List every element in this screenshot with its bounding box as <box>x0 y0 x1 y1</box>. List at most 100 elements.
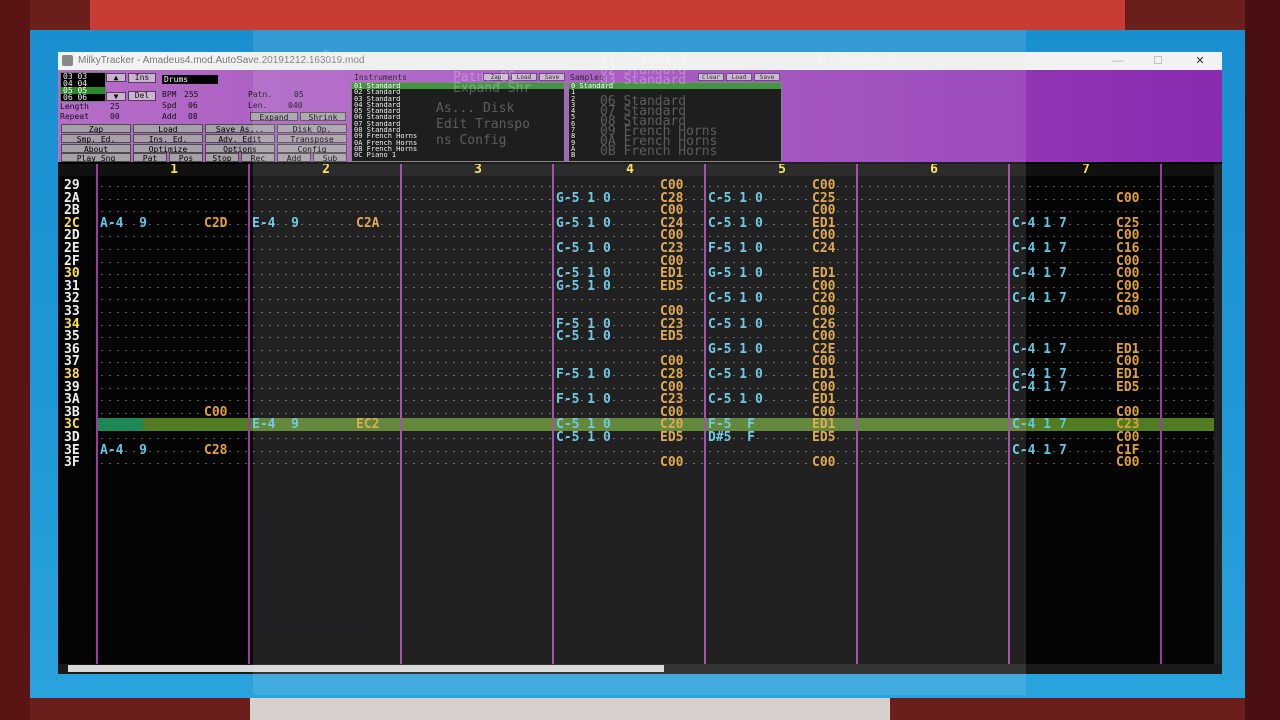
play-pattern-button[interactable]: Pat <box>133 153 167 163</box>
effect-cell[interactable]: C00 <box>660 456 683 469</box>
channel-number[interactable]: 4 <box>554 164 706 176</box>
note-cell[interactable]: C-5 1 0 <box>708 192 763 205</box>
order-list[interactable]: 03 03 04 04 05 05 06 06 <box>60 72 106 102</box>
stop-button[interactable]: Stop <box>205 153 239 163</box>
note-cell[interactable]: C-5 1 0 <box>708 217 763 230</box>
note-cell[interactable]: C-5 1 0 <box>556 431 611 444</box>
expand-button[interactable]: Expand <box>250 112 298 122</box>
transpose-button[interactable]: Transpose <box>277 134 347 144</box>
instrument-editor-button[interactable]: Ins. Ed. <box>133 134 203 144</box>
button-row-2: Smp. Ed. Ins. Ed. Adv. Edit Transpose <box>61 134 349 144</box>
effect-cell[interactable]: ED5 <box>660 280 683 293</box>
effect-cell[interactable]: ED5 <box>812 431 835 444</box>
note-cell[interactable]: C-4 1 7 <box>1012 343 1067 356</box>
note-cell[interactable]: C-5 1 0 <box>708 393 763 406</box>
background-video-bottom <box>250 698 890 720</box>
maximize-button[interactable]: ☐ <box>1142 52 1174 70</box>
row-dot-grid <box>98 400 1218 402</box>
effect-cell[interactable]: C28 <box>204 444 227 457</box>
note-cell[interactable]: F-5 1 0 <box>556 393 611 406</box>
song-title-field[interactable]: Drums <box>162 75 218 84</box>
row-dot-grid <box>98 198 1218 200</box>
minimize-button[interactable]: — <box>1102 52 1134 70</box>
channel-number[interactable]: 7 <box>1010 164 1162 176</box>
effect-cell[interactable]: C2A <box>356 217 379 230</box>
note-cell[interactable]: F-5 1 0 <box>556 368 611 381</box>
advanced-edit-button[interactable]: Adv. Edit <box>205 134 275 144</box>
instruments-save-button[interactable]: Save <box>539 73 565 81</box>
record-button[interactable]: Rec <box>241 153 275 163</box>
note-cell[interactable]: A-4 9 <box>100 444 147 457</box>
note-cell[interactable]: C-4 1 7 <box>1012 267 1067 280</box>
zap-button[interactable]: Zap <box>61 124 131 134</box>
disk-op-button[interactable]: Disk Op. <box>277 124 347 134</box>
note-cell[interactable]: C-5 1 0 <box>708 318 763 331</box>
effect-cell[interactable]: ED5 <box>660 431 683 444</box>
note-cell[interactable]: E-4 9 <box>252 418 299 431</box>
config-button[interactable]: Config <box>277 144 347 154</box>
scrollbar-thumb[interactable] <box>68 665 664 672</box>
note-cell[interactable]: C-5 1 0 <box>708 368 763 381</box>
note-cell[interactable]: G-5 1 0 <box>556 217 611 230</box>
optimize-button[interactable]: Optimize <box>133 144 203 154</box>
note-cell[interactable]: F-5 1 0 <box>708 242 763 255</box>
delete-order-button[interactable]: Del <box>128 91 156 101</box>
close-button[interactable]: ✕ <box>1184 52 1216 70</box>
note-cell[interactable]: G-5 1 0 <box>708 267 763 280</box>
insert-order-button[interactable]: Ins <box>128 73 156 83</box>
note-cell[interactable]: G-5 1 0 <box>708 343 763 356</box>
note-cell[interactable]: C-4 1 7 <box>1012 242 1067 255</box>
effect-cell[interactable]: C00 <box>812 456 835 469</box>
pattern-vertical-scrollbar[interactable] <box>1214 164 1222 664</box>
effect-cell[interactable]: C00 <box>1116 456 1139 469</box>
speed-value: 06 <box>188 101 198 110</box>
channel-number[interactable]: 6 <box>858 164 1010 176</box>
order-up-button[interactable]: ▲ <box>106 73 126 82</box>
channel-number[interactable]: 5 <box>706 164 858 176</box>
sample-editor-button[interactable]: Smp. Ed. <box>61 134 131 144</box>
pattern-editor[interactable]: 1234567 29 C00 C00 2A G-5 1 0 C28 C-5 1 0 C25 C0… <box>58 164 1222 664</box>
effect-cell[interactable]: EC2 <box>356 418 379 431</box>
note-cell[interactable]: C-5 1 0 <box>556 242 611 255</box>
ghost-list-item: 03 Standard <box>600 73 687 88</box>
note-cell[interactable]: C-4 1 7 <box>1012 444 1067 457</box>
play-song-button[interactable]: Play Sng <box>61 153 131 163</box>
pattern-label: Patn. <box>248 90 273 99</box>
add-button[interactable]: Add <box>277 153 311 163</box>
note-cell[interactable]: A-4 9 <box>100 217 147 230</box>
shrink-button[interactable]: Shrink <box>300 112 346 122</box>
note-cell[interactable]: C-4 1 7 <box>1012 381 1067 394</box>
play-position-button[interactable]: Pos <box>169 153 203 163</box>
note-cell[interactable]: C-4 1 7 <box>1012 292 1067 305</box>
instrument-item[interactable]: 0C Piano 1 <box>352 152 564 158</box>
channel-number[interactable]: 2 <box>250 164 402 176</box>
channel-separator <box>400 164 402 664</box>
effect-cell[interactable]: ED5 <box>1116 381 1139 394</box>
note-cell[interactable]: C-4 1 7 <box>1012 217 1067 230</box>
note-cell[interactable]: C-5 1 0 <box>708 292 763 305</box>
channel-number[interactable]: 3 <box>402 164 554 176</box>
about-button[interactable]: About <box>61 144 131 154</box>
options-button[interactable]: Options <box>205 144 275 154</box>
effect-cell[interactable]: C2D <box>204 217 227 230</box>
effect-cell[interactable]: C00 <box>204 406 227 419</box>
save-as-button[interactable]: Save As... <box>205 124 275 134</box>
effect-cell[interactable]: C00 <box>1116 192 1139 205</box>
effect-cell[interactable]: C24 <box>812 242 835 255</box>
note-cell[interactable]: C-4 1 7 <box>1012 418 1067 431</box>
effect-cell[interactable]: C00 <box>1116 305 1139 318</box>
load-button[interactable]: Load <box>133 124 203 134</box>
sub-button[interactable]: Sub <box>313 153 347 163</box>
note-cell[interactable]: G-5 1 0 <box>556 192 611 205</box>
samples-save-button[interactable]: Save <box>754 73 780 81</box>
horizontal-scrollbar[interactable] <box>58 664 1222 674</box>
effect-cell[interactable]: ED5 <box>660 330 683 343</box>
samples-clear-button[interactable]: Clear <box>698 73 724 81</box>
note-cell[interactable]: D#5 F <box>708 431 755 444</box>
note-cell[interactable]: G-5 1 0 <box>556 280 611 293</box>
order-down-button[interactable]: ▼ <box>106 92 126 101</box>
note-cell[interactable]: C-5 1 0 <box>556 330 611 343</box>
note-cell[interactable]: E-4 9 <box>252 217 299 230</box>
samples-load-button[interactable]: Load <box>726 73 752 81</box>
channel-number[interactable]: 1 <box>98 164 250 176</box>
